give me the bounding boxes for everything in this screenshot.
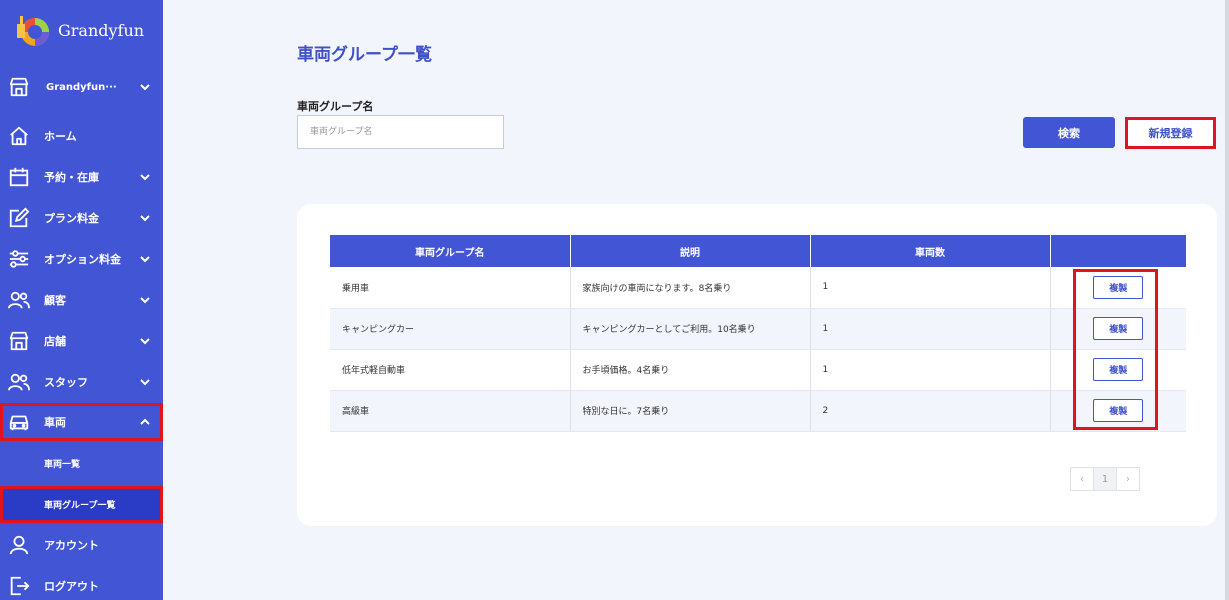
description-cell: キャンピングカーとしてご利用。10名乗り [570,308,811,350]
store-name: Grandyfun··· [46,81,117,93]
subnav-vehicle-group-list[interactable]: 車両グループ一覧 [0,486,163,523]
actions-cell: 複製 [1050,390,1186,432]
group-name-cell: 低年式軽自動車 [330,349,571,391]
nav-option-pricing[interactable]: オプション料金 [0,240,163,278]
chevron-up-icon [140,418,150,425]
table-header-row: 車両グループ名 説明 車両数 [330,235,1186,267]
chevron-down-icon [140,379,150,386]
subnav-label: 車両グループ一覧 [44,501,116,511]
vehicle-count-cell: 1 [810,267,1051,309]
next-page-button[interactable]: › [1116,467,1140,491]
nav-label: アカウント [44,539,99,552]
nav-label: 店舗 [44,335,66,348]
table-row[interactable]: 高級車 特別な日に。7名乗り 2 複製 [330,390,1186,432]
nav-label: 車両 [44,416,66,429]
new-registration-button[interactable]: 新規登録 [1125,117,1216,149]
brand-logo[interactable]: Grandyfun [14,12,144,48]
page-title: 車両グループ一覧 [297,45,432,65]
duplicate-button[interactable]: 複製 [1093,358,1144,381]
nav-label: スタッフ [44,376,88,389]
nav-label: オプション料金 [44,253,121,266]
group-name-cell: 高級車 [330,390,571,432]
chevron-down-icon [140,174,150,181]
nav-label: ホーム [44,130,77,143]
scrollbar-track[interactable] [1225,0,1229,600]
logout-icon [8,575,30,597]
edit-icon [8,207,30,229]
nav-label: 顧客 [44,294,66,307]
search-field-label: 車両グループ名 [297,100,374,113]
vehicle-count-cell: 1 [810,308,1051,350]
description-cell: 特別な日に。7名乗り [570,390,811,432]
chevron-down-icon [140,297,150,304]
vehicle-group-table-card: 車両グループ名 説明 車両数 乗用車 家族向けの車両になります。8名乗り 1 複… [297,204,1217,526]
vehicle-group-name-input[interactable] [297,115,504,149]
table-row[interactable]: キャンピングカー キャンピングカーとしてご利用。10名乗り 1 複製 [330,308,1186,350]
nav-plan-pricing[interactable]: プラン料金 [0,199,163,237]
vehicle-count-cell: 1 [810,349,1051,391]
chevron-down-icon [140,84,150,91]
vehicle-count-cell: 2 [810,390,1051,432]
users-icon [8,289,30,311]
table-row[interactable]: 乗用車 家族向けの車両になります。8名乗り 1 複製 [330,267,1186,309]
sliders-icon [8,248,30,270]
chevron-down-icon [140,256,150,263]
column-header-description: 説明 [570,235,811,267]
nav-reservations[interactable]: 予約・在庫 [0,158,163,196]
nav-account[interactable]: アカウント [0,526,163,564]
description-cell: お手頃価格。4名乗り [570,349,811,391]
actions-cell: 複製 [1050,267,1186,309]
duplicate-button[interactable]: 複製 [1093,275,1144,299]
subnav-label: 車両一覧 [44,459,81,470]
store-icon [8,76,30,98]
nav-customers[interactable]: 顧客 [0,281,163,319]
actions-cell: 複製 [1050,349,1186,391]
nav-vehicles[interactable]: 車両 [0,403,163,441]
brand-name: Grandyfun [58,20,145,40]
column-header-group-name: 車両グループ名 [330,235,571,267]
column-header-actions [1050,235,1186,267]
nav-staff[interactable]: スタッフ [0,363,163,401]
car-icon [8,411,30,433]
nav-label: 予約・在庫 [44,171,99,184]
group-name-cell: 乗用車 [330,267,571,309]
nav-logout[interactable]: ログアウト [0,567,163,600]
group-name-cell: キャンピングカー [330,308,571,350]
vehicle-group-table: 車両グループ名 説明 車両数 乗用車 家族向けの車両になります。8名乗り 1 複… [330,235,1186,432]
home-icon [8,125,30,147]
table-row[interactable]: 低年式軽自動車 お手頃価格。4名乗り 1 複製 [330,349,1186,391]
duplicate-button[interactable]: 複製 [1093,317,1144,340]
nav-home[interactable]: ホーム [0,117,163,155]
actions-cell: 複製 [1050,308,1186,350]
pagination: ‹ 1 › [1070,467,1140,491]
description-cell: 家族向けの車両になります。8名乗り [570,267,811,309]
nav-label: プラン料金 [44,212,99,225]
sidebar: Grandyfun Grandyfun··· ホーム 予約・在庫 プラン料金 オ… [0,0,163,600]
chevron-down-icon [140,215,150,222]
duplicate-button[interactable]: 複製 [1093,399,1144,422]
grandyfun-logo-icon [14,12,50,48]
nav-stores[interactable]: 店舗 [0,322,163,360]
store-selector[interactable]: Grandyfun··· [0,70,163,104]
users-icon [8,371,30,393]
nav-label: ログアウト [44,580,99,593]
subnav-vehicle-list[interactable]: 車両一覧 [0,446,163,480]
prev-page-button[interactable]: ‹ [1070,467,1094,491]
search-button[interactable]: 検索 [1023,117,1115,148]
column-header-vehicle-count: 車両数 [810,235,1051,267]
user-icon [8,534,30,556]
page-number-current[interactable]: 1 [1093,467,1117,491]
store-icon [8,330,30,352]
chevron-down-icon [140,338,150,345]
calendar-icon [8,166,30,188]
